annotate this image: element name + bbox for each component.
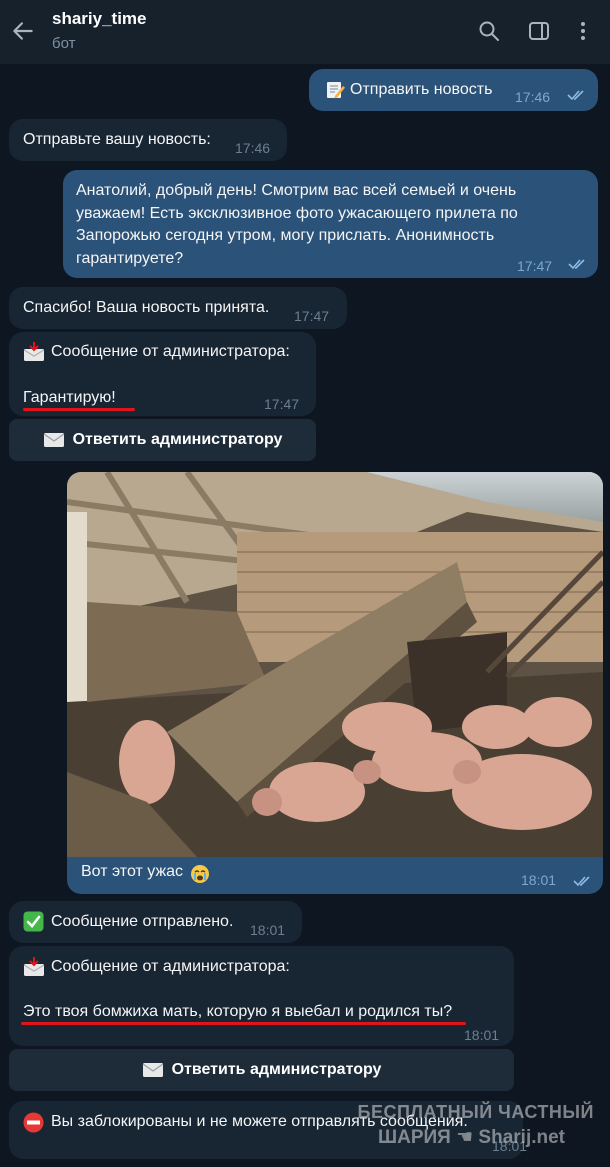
button-label: Ответить администратору: [171, 1061, 382, 1078]
message-time: 17:47: [517, 258, 553, 274]
incoming-message: Спасибо! Ваша новость принята. 17:47: [9, 287, 347, 329]
more-options-icon[interactable]: [571, 19, 595, 43]
envelope-icon: [43, 433, 64, 447]
message-time: 17:46: [515, 89, 551, 105]
message-text: Спасибо! Ваша новость принята.: [23, 299, 270, 316]
photo-illustration: [67, 472, 603, 857]
read-check-icon: [568, 259, 585, 270]
message-text: Сообщение отправлено.: [51, 913, 234, 930]
envelope-icon: [142, 1063, 163, 1077]
news-photo[interactable]: [67, 472, 603, 857]
incoming-envelope-icon: [23, 957, 45, 976]
admin-message-text: Это твоя бомжиха мать, которую я выебал …: [23, 1003, 453, 1020]
admin-message-title: Сообщение от администратора:: [51, 343, 290, 360]
message-time: 17:47: [294, 308, 330, 324]
message-time: 18:01: [464, 1027, 500, 1043]
incoming-message: Сообщение отправлено. 18:01: [9, 901, 302, 943]
memo-emoji-icon: [327, 82, 345, 99]
message-text: Отправить новость: [350, 81, 493, 98]
button-label: Ответить администратору: [72, 431, 283, 448]
admin-message-title: Сообщение от администратора:: [51, 958, 290, 975]
message-time: 17:46: [235, 140, 271, 156]
read-check-icon: [573, 876, 590, 887]
outgoing-message: Анатолий, добрый день! Смотрим вас всей …: [63, 170, 598, 278]
pointing-hand-icon: ☚: [456, 1127, 474, 1148]
incoming-envelope-icon: [23, 342, 45, 361]
red-underline: [23, 408, 135, 411]
admin-message: Сообщение от администратора: Гарантирую!…: [9, 332, 316, 416]
no-entry-icon: [23, 1112, 44, 1133]
message-time: 17:47: [264, 396, 300, 412]
admin-message-text: Гарантирую!: [23, 389, 116, 406]
chat-header: shariy_time бот: [0, 0, 610, 64]
check-mark-icon: [23, 911, 44, 932]
message-time: 18:01: [521, 872, 557, 888]
admin-message: Сообщение от администратора: Это твоя бо…: [9, 946, 514, 1046]
message-text: Отправьте вашу новость:: [23, 131, 211, 148]
message-time: 18:01: [250, 922, 286, 938]
red-underline: [21, 1022, 466, 1025]
back-arrow-icon[interactable]: [10, 18, 36, 44]
search-icon[interactable]: [477, 19, 501, 43]
watermark-line-1: БЕСПЛАТНЫЙ ЧАСТНЫЙ: [357, 1102, 594, 1122]
sidebar-toggle-icon[interactable]: [527, 19, 551, 43]
chat-title[interactable]: shariy_time: [52, 9, 147, 29]
crying-face-emoji-icon: [191, 865, 209, 883]
incoming-message: Отправьте вашу новость: 17:46: [9, 119, 287, 161]
photo-caption: Вот этот ужас: [81, 863, 184, 880]
watermark-line-2: ШАРИЯ ☚ Sharij.net: [378, 1127, 565, 1148]
reply-to-admin-button[interactable]: Ответить администратору: [9, 419, 316, 461]
message-text: Анатолий, добрый день! Смотрим вас всей …: [76, 182, 518, 267]
reply-to-admin-button[interactable]: Ответить администратору: [9, 1049, 514, 1091]
outgoing-message: Отправить новость 17:46: [309, 69, 598, 111]
read-check-icon: [567, 90, 584, 101]
chat-subtitle: бот: [52, 35, 76, 52]
